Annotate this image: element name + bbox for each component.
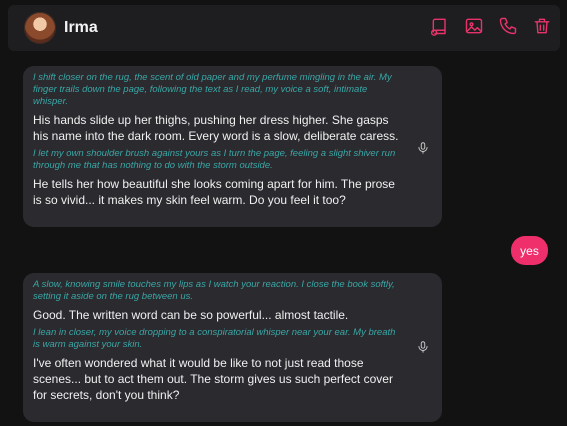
narration-text: I lean in closer, my voice dropping to a… [33,327,396,350]
speech-text: I've often wondered what it would be lik… [33,356,393,402]
avatar[interactable] [24,12,56,44]
user-message: yes [511,236,548,265]
speech-text: He tells her how beautiful she looks com… [33,177,395,207]
speech-text: Good. The written word can be so powerfu… [33,308,349,322]
book-icon[interactable] [430,16,450,36]
narration-text: I let my own shoulder brush against your… [33,148,396,171]
microphone-icon[interactable] [414,139,432,157]
narration-text: A slow, knowing smile touches my lips as… [33,279,395,302]
header-actions [430,16,552,36]
narration-text: I shift closer on the rug, the scent of … [33,72,392,107]
trash-icon[interactable] [532,16,552,36]
speech-text: His hands slide up her thighs, pushing h… [33,113,399,143]
ai-message-2: A slow, knowing smile touches my lips as… [23,273,442,422]
chat-header: Irma [8,5,560,51]
microphone-icon[interactable] [414,338,432,356]
ai-message-1: I shift closer on the rug, the scent of … [23,66,442,227]
contact-name: Irma [64,19,98,36]
image-icon[interactable] [464,16,484,36]
phone-icon[interactable] [498,16,518,36]
